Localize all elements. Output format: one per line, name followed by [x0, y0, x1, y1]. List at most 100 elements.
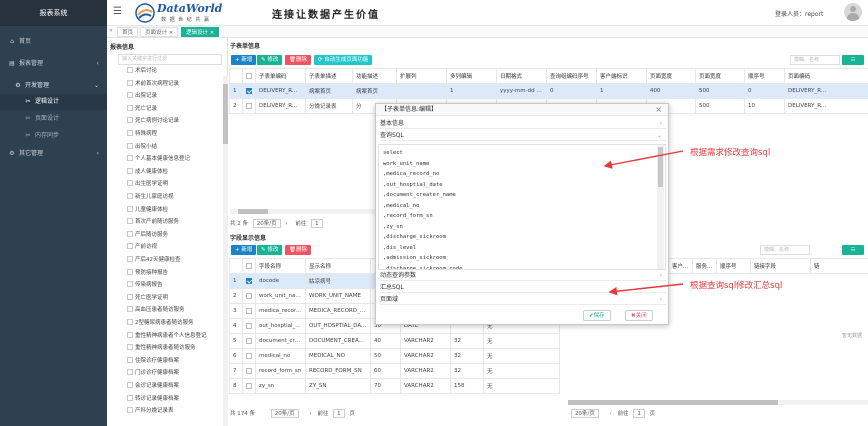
row-checkbox-cell[interactable] [242, 378, 256, 394]
checkbox[interactable] [127, 344, 133, 351]
tree-item[interactable]: 2型糖尿病患者随访服务 [127, 319, 194, 328]
checkbox[interactable] [127, 293, 133, 300]
tabs-scroll-left-icon[interactable]: « [109, 27, 113, 34]
tree-item[interactable]: 转诊记录健康档案 [127, 394, 179, 404]
row-checkbox-cell[interactable] [242, 288, 256, 304]
row-checkbox[interactable] [246, 292, 252, 299]
checkbox[interactable] [127, 256, 133, 262]
sql-scrollbar[interactable] [657, 145, 664, 269]
tree-item[interactable]: 重性精神病患者随访服务 [127, 344, 196, 353]
row-checkbox-cell[interactable] [242, 98, 256, 114]
checkbox[interactable] [127, 331, 133, 338]
tree-item[interactable]: 预防接种报告 [127, 268, 168, 278]
subform-search-input[interactable]: 模糊、名称 [790, 55, 840, 65]
checkbox[interactable] [127, 230, 133, 237]
tree-item[interactable]: 产后随访服务 [127, 230, 168, 240]
tree-item[interactable]: 死亡记录 [127, 104, 157, 114]
select-all-checkbox[interactable] [246, 262, 252, 269]
column-header[interactable]: 子表单编码 [255, 68, 306, 84]
row-checkbox[interactable] [246, 367, 252, 374]
sidebar-item-home[interactable]: ⌂ 首页 [0, 34, 107, 50]
column-header[interactable]: 功能描述 [352, 68, 397, 84]
checkbox[interactable] [127, 205, 133, 212]
tab-home[interactable]: 首页 [117, 27, 139, 37]
close-icon[interactable]: × [655, 104, 662, 116]
menu-toggle-icon[interactable]: ☰ [113, 6, 122, 17]
row-checkbox-cell[interactable] [242, 333, 256, 349]
checkbox[interactable] [127, 67, 133, 73]
row-checkbox-cell[interactable] [242, 363, 256, 379]
column-header[interactable]: 日期格式 [496, 68, 547, 84]
field-page-size-select[interactable]: 20条/页 [270, 409, 299, 418]
row-checkbox[interactable] [246, 307, 252, 314]
select-all-checkbox-cell[interactable] [242, 258, 256, 274]
tree-filter-input[interactable]: 输入关键字进行过滤 [118, 54, 222, 65]
subform-add-button[interactable]: + 新增 [231, 55, 257, 65]
select-all-checkbox[interactable] [246, 72, 252, 79]
row-checkbox-cell[interactable] [242, 303, 256, 319]
column-header[interactable]: 显示名称 [305, 258, 371, 274]
field-edit-button[interactable]: ✎ 修改 [257, 245, 283, 255]
checkbox[interactable] [127, 382, 133, 388]
subform-h-scroll-thumb[interactable] [238, 209, 268, 214]
sidebar-item-other-manage[interactable]: ⚙ 其它管理 ‹ [0, 146, 107, 162]
section-dynamic-params[interactable]: 动态查询参数 › [380, 271, 666, 281]
column-header[interactable]: 页面编码 [784, 68, 868, 84]
save-button[interactable]: ✔保存 [583, 310, 611, 321]
checkbox[interactable] [127, 268, 133, 275]
sidebar-item-page-design[interactable]: ✂ 页面设计 [0, 111, 107, 127]
field-right-h-scroll-thumb[interactable] [568, 400, 778, 405]
prev-page-icon[interactable]: ‹ [285, 221, 287, 227]
select-all-checkbox-cell[interactable] [242, 68, 256, 84]
tree-item[interactable]: 重性精神病患者个人信息登记 [127, 331, 207, 341]
row-checkbox-cell[interactable] [242, 348, 256, 364]
checkbox[interactable] [127, 130, 133, 136]
checkbox[interactable] [127, 92, 133, 99]
tree-scrollbar[interactable] [223, 76, 228, 426]
column-header[interactable]: 字段名称 [255, 258, 306, 274]
tree-item[interactable]: 产后42天健康检查 [127, 256, 181, 265]
field-right-grid-button[interactable]: ☷ [842, 245, 864, 255]
row-checkbox[interactable] [246, 337, 252, 344]
subform-grid-toggle-button[interactable]: ☷ [842, 55, 864, 65]
sidebar-item-dev-manage[interactable]: ⚙ 开发管理 ⌄ [0, 78, 107, 94]
column-header[interactable]: 子表单描述 [305, 68, 353, 84]
section-page-domain[interactable]: 页面域 › [380, 295, 666, 305]
tab-page-design[interactable]: 页面设计 × [140, 27, 179, 37]
field-right-page-input[interactable]: 1 [633, 409, 645, 418]
subform-page-input[interactable]: 1 [311, 219, 323, 228]
tree-item[interactable]: 术后讨论 [127, 67, 157, 76]
table-row[interactable]: 5 document_cre... DOCUMENT_CREATE... 40 VARC… [229, 333, 560, 349]
avatar[interactable] [844, 3, 862, 21]
field-page-input[interactable]: 1 [333, 409, 345, 418]
column-header[interactable]: 扩展列 [396, 68, 447, 84]
tree-item[interactable]: 特殊病程 [127, 130, 157, 139]
field-right-page-size-select[interactable]: 20条/页 [571, 409, 599, 418]
prev-page-icon[interactable]: ‹ [610, 411, 612, 417]
column-header[interactable]: 查询组编码序号 [546, 68, 597, 84]
tree-item[interactable]: 会诊记录健康档案 [127, 382, 179, 391]
tree-item[interactable]: 高血压患者随访服务 [127, 306, 185, 315]
subform-page-size-select[interactable]: 20条/页 [252, 219, 281, 228]
subform-delete-button[interactable]: 🗑删除 [285, 55, 311, 65]
column-header[interactable]: 顺序号 [744, 68, 785, 84]
checkbox[interactable] [127, 281, 133, 288]
tree-item[interactable]: 儿童健康体检 [127, 205, 168, 215]
sidebar-item-memory-sync[interactable]: ✂ 内存同步 [0, 128, 107, 144]
tree-item[interactable]: 住院诊疗健康档案 [127, 356, 179, 366]
checkbox[interactable] [127, 142, 133, 149]
checkbox[interactable] [127, 218, 133, 225]
tree-item[interactable]: 个人基本健康信息登记 [127, 155, 190, 164]
tree-item[interactable]: 门诊诊疗健康档案 [127, 369, 179, 378]
checkbox[interactable] [127, 306, 133, 313]
column-header[interactable]: 页面宽度 [695, 68, 745, 84]
row-checkbox-cell[interactable] [242, 273, 256, 289]
close-button[interactable]: ✖关闭 [625, 310, 653, 321]
sidebar-item-logic-design[interactable]: ✂ 逻辑设计 [0, 94, 107, 110]
tree-item[interactable]: 传染病报告 [127, 281, 163, 290]
field-delete-button[interactable]: 🗑删除 [285, 245, 311, 255]
tree-scrollbar-thumb[interactable] [223, 84, 228, 144]
field-add-button[interactable]: + 新增 [231, 245, 257, 255]
field-right-h-scrollbar[interactable] [568, 400, 868, 405]
checkbox[interactable] [127, 394, 133, 401]
